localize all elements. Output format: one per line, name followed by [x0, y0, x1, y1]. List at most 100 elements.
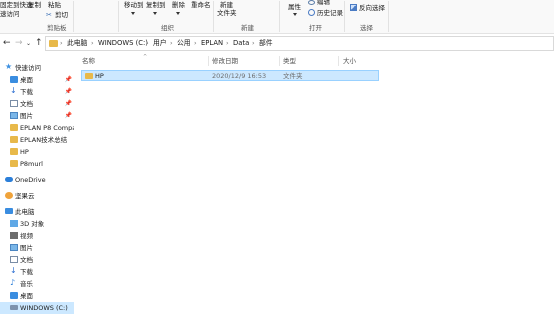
pin-icon[interactable]: 📌: [65, 88, 72, 96]
pin-icon[interactable]: 📌: [65, 112, 72, 120]
nav-item-desktop[interactable]: 桌面 📌: [0, 74, 74, 86]
back-arrow-icon[interactable]: ←: [3, 38, 11, 48]
paste-button[interactable]: 粘贴: [48, 1, 61, 9]
breadcrumb-separator[interactable]: ›: [91, 39, 94, 48]
nav-label: 此电脑: [15, 208, 35, 216]
edit-icon: [308, 0, 315, 5]
column-header-size[interactable]: 大小: [343, 54, 356, 68]
nav-item-videos[interactable]: 视频: [0, 230, 74, 242]
breadcrumb-this-pc[interactable]: 此电脑: [67, 39, 87, 48]
nav-label: 文档: [20, 256, 33, 264]
properties-dropdown-icon[interactable]: [293, 13, 297, 16]
nav-label: 文档: [20, 100, 33, 108]
desktop-icon: [10, 292, 18, 299]
copy-to-dropdown-icon[interactable]: [153, 12, 157, 15]
nav-item-pc-documents[interactable]: 文档: [0, 254, 74, 266]
copy-to-button[interactable]: 复制到: [146, 1, 166, 9]
rename-button[interactable]: 重命名: [191, 1, 211, 9]
nav-label: 桌面: [20, 292, 33, 300]
new-folder-sublabel[interactable]: 文件夹: [217, 9, 237, 17]
history-icon: [308, 9, 315, 16]
nav-label: 视频: [20, 232, 33, 240]
column-divider[interactable]: [208, 56, 209, 66]
column-header-type[interactable]: 类型: [283, 54, 296, 68]
breadcrumb-separator[interactable]: ›: [170, 39, 173, 48]
edit-button[interactable]: 编辑: [317, 0, 330, 6]
delete-dropdown-icon[interactable]: [176, 12, 180, 15]
nav-item-pc-pictures[interactable]: 图片: [0, 242, 74, 254]
folder-icon: [10, 124, 18, 131]
pin-quick-access-sublabel[interactable]: 速访问: [0, 10, 20, 18]
cut-button[interactable]: 剪切: [55, 11, 68, 19]
copy-button[interactable]: 复制: [28, 1, 41, 9]
nav-item-3d-objects[interactable]: 3D 对象: [0, 218, 74, 230]
address-field[interactable]: › 此电脑 › WINDOWS (C:) › 用户 › 公用 › EPLAN ›…: [45, 36, 554, 51]
nav-item-eplan-p8[interactable]: EPLAN P8 Compa: [0, 122, 74, 134]
nav-item-pictures[interactable]: 图片 📌: [0, 110, 74, 122]
folder-icon: [10, 148, 18, 155]
delete-button[interactable]: 删除: [172, 1, 185, 9]
column-header-date[interactable]: 修改日期: [212, 54, 238, 68]
breadcrumb-eplan[interactable]: EPLAN: [201, 39, 223, 48]
nav-onedrive[interactable]: OneDrive: [0, 174, 74, 186]
nav-item-drive-c[interactable]: WINDOWS (C:): [0, 302, 74, 314]
breadcrumb-separator[interactable]: ›: [146, 39, 149, 48]
nav-item-music[interactable]: ♪ 音乐: [0, 278, 74, 290]
breadcrumb-parts[interactable]: 部件: [259, 39, 273, 48]
breadcrumb-data[interactable]: Data: [233, 39, 249, 48]
history-button[interactable]: 历史记录: [317, 9, 343, 17]
nav-item-downloads[interactable]: ↓ 下载 📌: [0, 86, 74, 98]
desktop-icon: [10, 76, 18, 83]
nav-item-eplan-notes[interactable]: EPLAN技术总结: [0, 134, 74, 146]
ribbon-divider: [279, 1, 280, 32]
nav-this-pc[interactable]: 此电脑: [0, 206, 74, 218]
properties-button[interactable]: 属性: [288, 3, 301, 11]
document-icon: [10, 256, 18, 263]
scissors-icon: ✂: [46, 11, 52, 19]
breadcrumb-separator[interactable]: ›: [194, 39, 197, 48]
file-name: HP: [95, 72, 104, 80]
nav-quick-access[interactable]: ★ 快速访问: [0, 62, 74, 74]
breadcrumb-drive-c[interactable]: WINDOWS (C:): [98, 39, 148, 48]
drive-icon: [10, 305, 18, 310]
column-divider[interactable]: [338, 56, 339, 66]
move-to-dropdown-icon[interactable]: [131, 12, 135, 15]
nav-item-hp[interactable]: HP: [0, 146, 74, 158]
invert-selection-icon: [350, 4, 357, 11]
navigation-pane: ★ 快速访问 桌面 📌 ↓ 下载 📌 文档 📌 图片 📌 EPLAN P8 Co…: [0, 58, 74, 316]
nav-jianguoyun[interactable]: 坚果云: [0, 190, 74, 202]
new-group-label: 新建: [241, 24, 254, 32]
breadcrumb-public[interactable]: 公用: [177, 39, 191, 48]
breadcrumb-separator[interactable]: ›: [226, 39, 229, 48]
download-arrow-icon: ↓: [10, 86, 17, 95]
pin-icon[interactable]: 📌: [65, 100, 72, 108]
column-header-name[interactable]: 名称: [82, 54, 95, 68]
ribbon-divider: [73, 1, 74, 32]
nav-label: 快速访问: [15, 64, 41, 72]
nav-item-p8[interactable]: P8murl: [0, 158, 74, 170]
column-divider[interactable]: [279, 56, 280, 66]
move-to-button[interactable]: 移动到: [124, 1, 144, 9]
nav-item-pc-desktop[interactable]: 桌面: [0, 290, 74, 302]
up-arrow-icon[interactable]: ↑: [35, 38, 43, 48]
picture-icon: [10, 112, 18, 119]
invert-selection-button[interactable]: 反向选择: [359, 4, 385, 12]
nav-item-pc-downloads[interactable]: ↓ 下载: [0, 266, 74, 278]
clipboard-group-label: 剪贴板: [47, 24, 67, 32]
ribbon-divider: [344, 1, 345, 32]
new-folder-button[interactable]: 新建: [220, 1, 233, 9]
breadcrumb-users[interactable]: 用户: [153, 39, 167, 48]
breadcrumb-separator[interactable]: ›: [252, 39, 255, 48]
video-icon: [10, 232, 18, 239]
nav-item-documents[interactable]: 文档 📌: [0, 98, 74, 110]
cube-icon: [10, 220, 18, 227]
recent-locations-chevron-icon[interactable]: ⌄: [26, 39, 31, 49]
file-list: ^ 名称 修改日期 类型 大小 HP 2020/12/9 16:53 文件夹: [78, 54, 554, 316]
folder-icon: [85, 73, 93, 79]
breadcrumb-separator[interactable]: ›: [60, 39, 63, 48]
forward-arrow-icon[interactable]: →: [15, 38, 23, 48]
pin-icon[interactable]: 📌: [65, 76, 72, 84]
computer-icon: [5, 208, 13, 214]
table-row[interactable]: HP 2020/12/9 16:53 文件夹: [81, 70, 379, 81]
ribbon: 固定到快速 速访问 复制 粘贴 ✂ 剪切 剪贴板 移动到 复制到 删除 重命名 …: [0, 0, 554, 34]
